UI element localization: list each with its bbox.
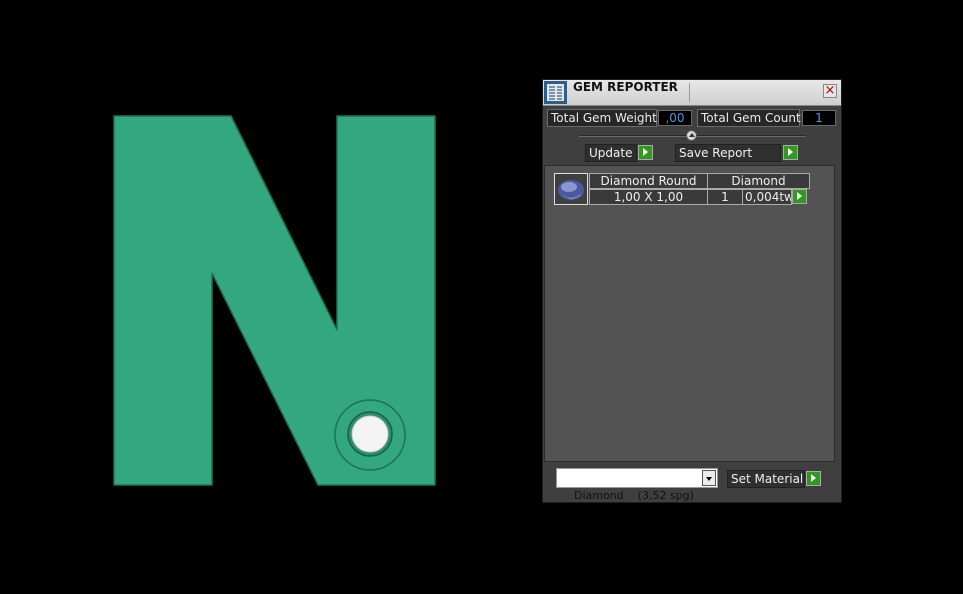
material-select-value: Diamond (3,52 spg) — [574, 489, 694, 502]
update-go-icon[interactable] — [638, 145, 653, 160]
gem-row-material: Diamond — [707, 173, 810, 189]
set-material-button[interactable]: Set Material — [727, 470, 805, 488]
close-button[interactable]: × — [823, 84, 837, 98]
material-select[interactable]: Diamond (3,52 spg) — [556, 468, 718, 502]
title-separator — [689, 83, 690, 102]
set-material-go-icon[interactable] — [806, 471, 821, 486]
gem-list[interactable]: Diamond Round Diamond 1,00 X 1,00 1 0,00… — [544, 165, 835, 462]
gem-reporter-panel: GEM REPORTER × Total Gem Weight ,00 Tota… — [542, 79, 842, 503]
total-gem-weight-label: Total Gem Weight — [547, 109, 657, 127]
zoom-slider-handle[interactable] — [686, 130, 697, 141]
total-gem-count-label: Total Gem Count — [697, 109, 801, 127]
gem-row-weight: 0,004tw — [742, 189, 792, 205]
diamond-gem-icon — [558, 180, 584, 200]
set-material-label: Set Material — [731, 472, 804, 486]
total-gem-count-value: 1 — [802, 110, 836, 126]
save-report-button[interactable]: Save Report — [675, 144, 781, 162]
save-report-go-icon[interactable] — [783, 145, 798, 160]
chevron-down-icon[interactable] — [702, 470, 716, 486]
gem-row-go-icon[interactable] — [792, 189, 807, 204]
panel-titlebar[interactable]: GEM REPORTER × — [543, 80, 841, 106]
gem-row-thumbnail[interactable] — [554, 173, 588, 205]
update-button[interactable]: Update — [585, 144, 637, 162]
gem-reporter-icon — [544, 81, 567, 104]
gem-row-size: 1,00 X 1,00 — [589, 189, 708, 205]
gem-row-name: Diamond Round — [589, 173, 708, 189]
update-button-label: Update — [589, 146, 633, 160]
panel-title: GEM REPORTER — [573, 80, 678, 94]
gem-row-count: 1 — [707, 189, 743, 205]
total-gem-weight-value: ,00 — [658, 110, 692, 126]
save-report-label: Save Report — [679, 146, 753, 160]
